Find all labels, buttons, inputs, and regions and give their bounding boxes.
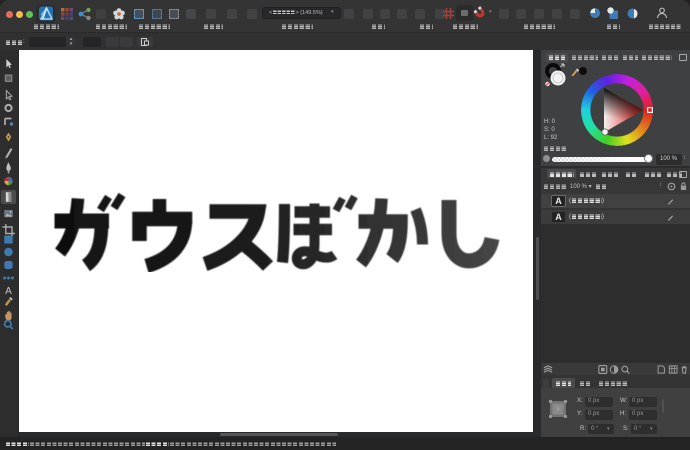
svg-text:A: A (5, 286, 12, 297)
